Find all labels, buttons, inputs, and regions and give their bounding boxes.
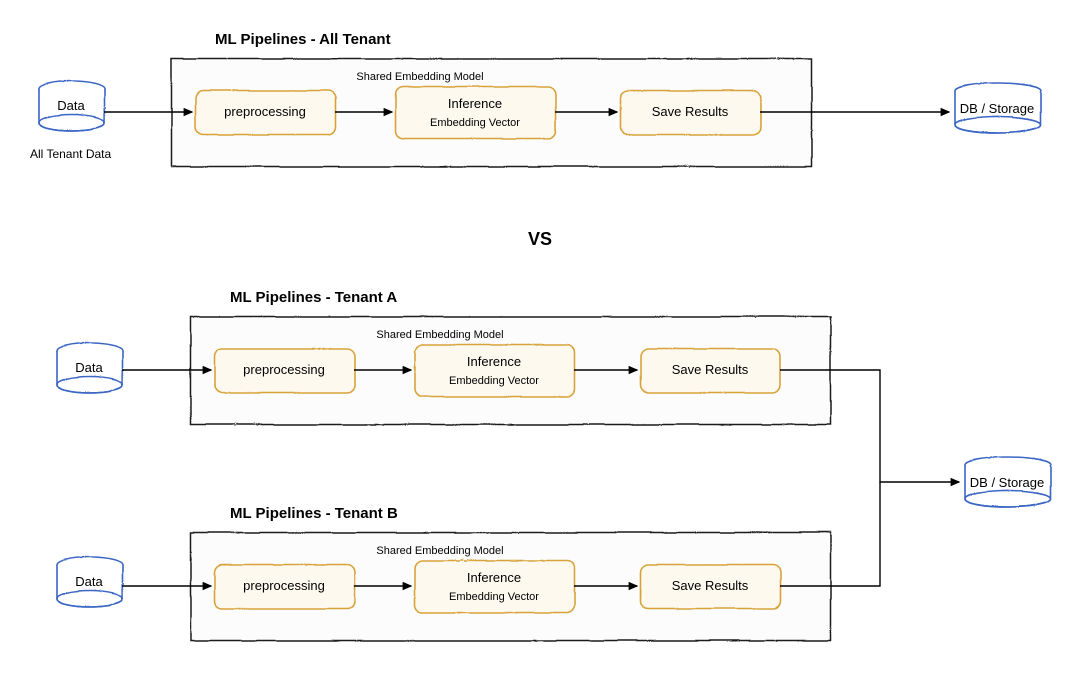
title-tenant-a: ML Pipelines - Tenant A [230, 289, 397, 306]
step-inference-a [414, 344, 574, 396]
cylinder-all-db-label: DB / Storage [960, 101, 1034, 116]
step-preprocessing-b-label: preprocessing [243, 578, 325, 593]
vs-label: VS [528, 229, 552, 249]
step-inference-all [395, 86, 555, 138]
step-inference-a-toplabel: Shared Embedding Model [376, 329, 503, 341]
step-preprocessing-all-label: preprocessing [224, 104, 306, 119]
step-inference-all-toplabel: Shared Embedding Model [356, 71, 483, 83]
step-inference-b [414, 560, 574, 612]
step-inference-b-label2: Embedding Vector [449, 591, 539, 603]
step-inference-a-label2: Embedding Vector [449, 375, 539, 387]
step-inference-a-label1: Inference [467, 354, 521, 369]
step-inference-b-label1: Inference [467, 570, 521, 585]
step-save-all-label: Save Results [652, 104, 729, 119]
title-tenant-b: ML Pipelines - Tenant B [230, 505, 398, 522]
step-preprocessing-a-label: preprocessing [243, 362, 325, 377]
step-inference-b-toplabel: Shared Embedding Model [376, 545, 503, 557]
cylinder-all-data-sublabel: All Tenant Data [30, 147, 111, 161]
step-save-a-label: Save Results [672, 362, 749, 377]
step-inference-all-label2: Embedding Vector [430, 117, 520, 129]
cylinder-b-data-label: Data [75, 574, 103, 589]
cylinder-a-data-label: Data [75, 360, 103, 375]
cylinder-all-data-label: Data [57, 98, 85, 113]
step-inference-all-label1: Inference [448, 96, 502, 111]
cylinder-shared-db-label: DB / Storage [970, 475, 1044, 490]
step-save-b-label: Save Results [672, 578, 749, 593]
title-all-tenant: ML Pipelines - All Tenant [215, 31, 391, 48]
